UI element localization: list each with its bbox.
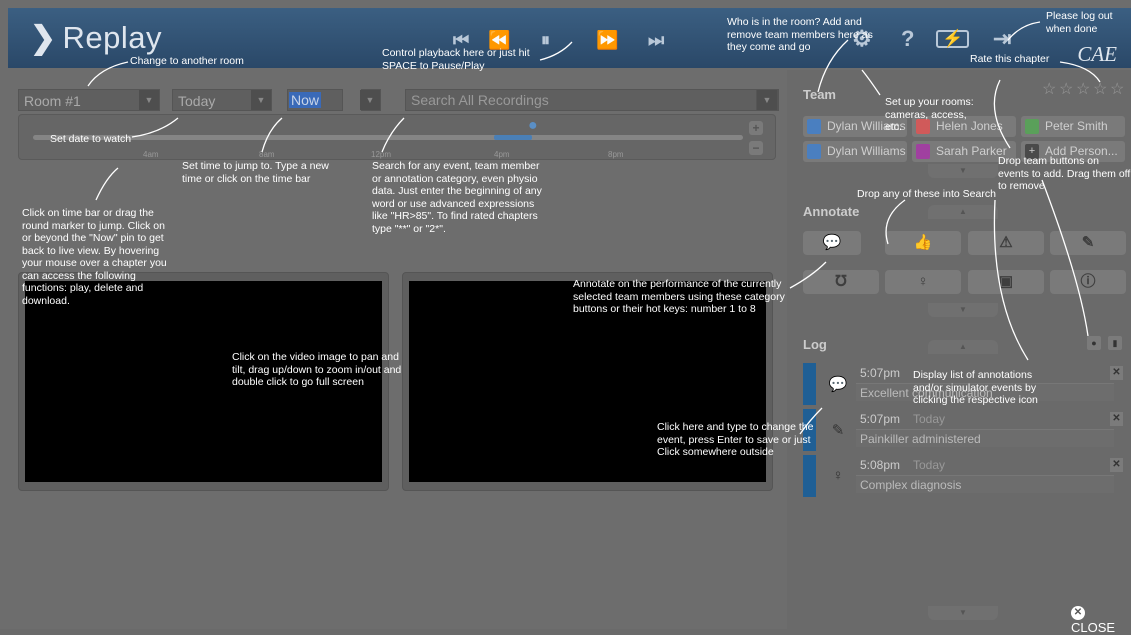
arrow: [1059, 61, 1101, 83]
arrow: [131, 117, 179, 138]
arrow: [87, 61, 129, 87]
arrow: [95, 167, 119, 201]
arrow: [539, 41, 573, 61]
arrow: [993, 79, 1011, 149]
arrow: [789, 261, 827, 289]
arrow: [817, 39, 849, 93]
arrow: [885, 199, 906, 245]
arrow: [861, 69, 881, 96]
arrow: [993, 199, 1029, 361]
arrow: [261, 117, 283, 153]
help-arrows: [87, 21, 1101, 435]
arrow: [1041, 179, 1089, 337]
arrow: [381, 117, 405, 153]
arrow: [1007, 21, 1041, 41]
arrow: [799, 407, 823, 435]
